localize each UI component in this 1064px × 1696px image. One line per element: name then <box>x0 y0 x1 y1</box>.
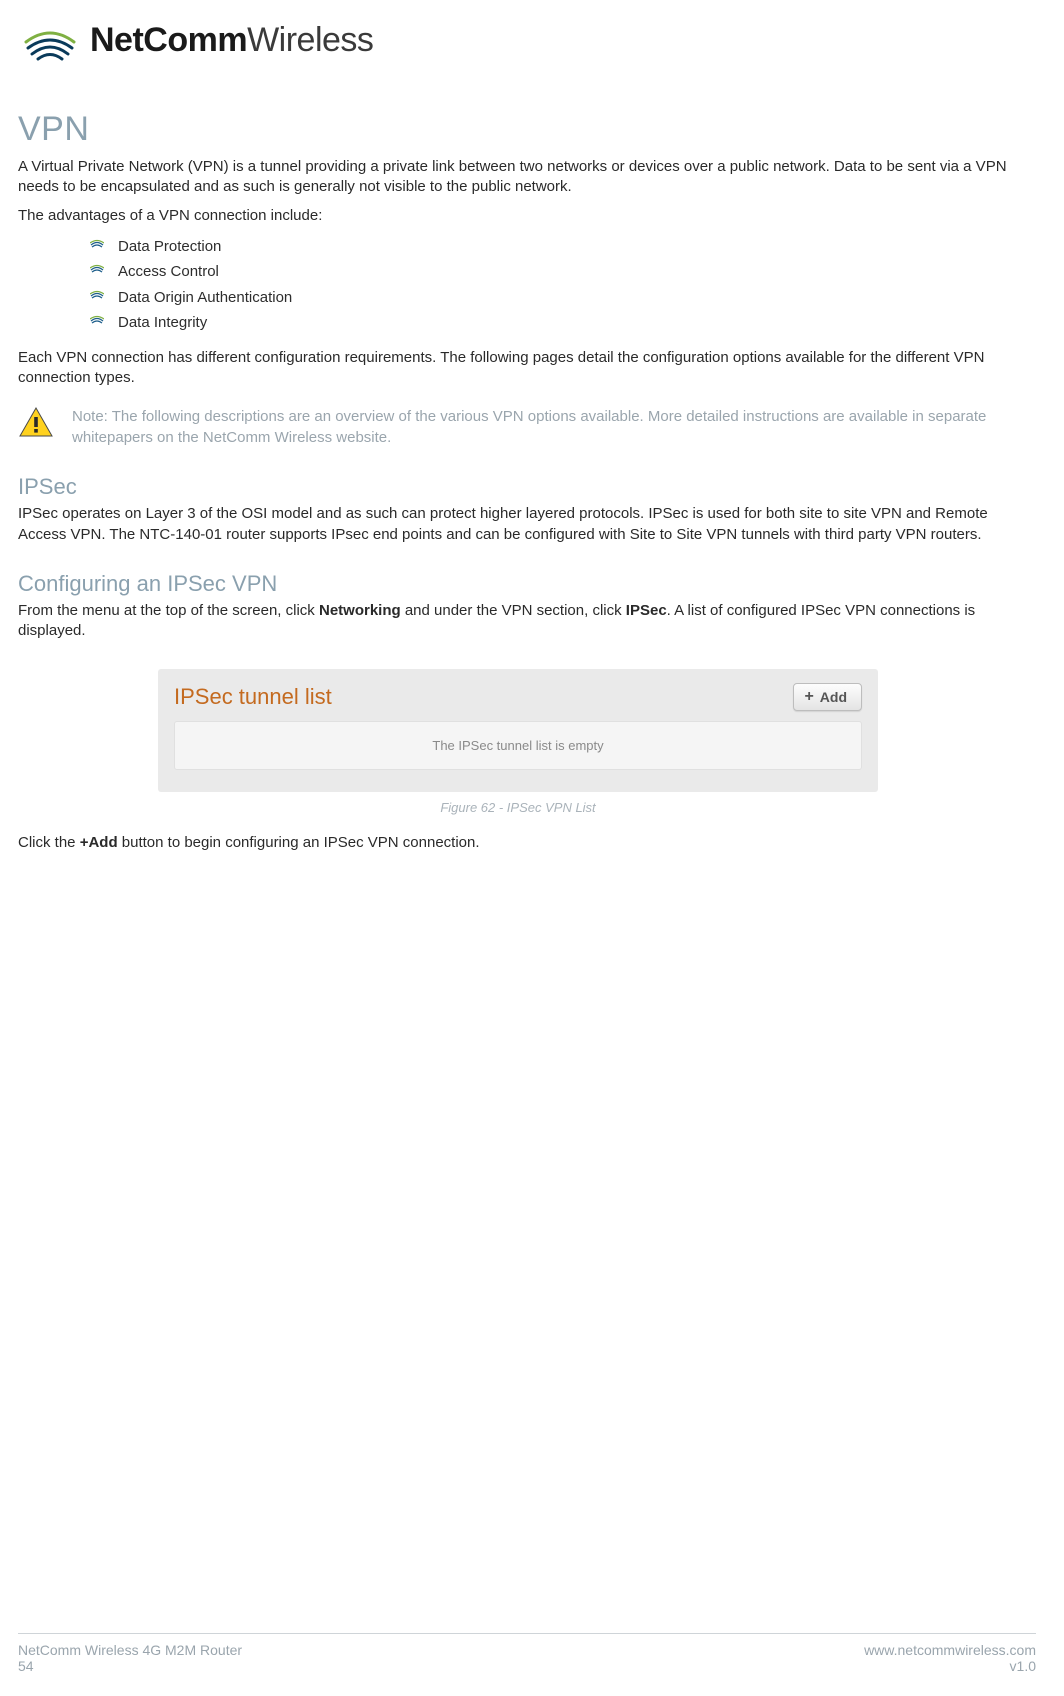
list-item: Access Control <box>90 259 1036 285</box>
brand-header: NetCommWireless <box>24 18 1036 62</box>
figure-caption: Figure 62 - IPSec VPN List <box>158 800 878 815</box>
text-fragment: From the menu at the top of the screen, … <box>18 602 319 619</box>
configuring-heading: Configuring an IPSec VPN <box>18 571 1036 597</box>
config-requirements-paragraph: Each VPN connection has different config… <box>18 348 1036 389</box>
intro-paragraph-1: A Virtual Private Network (VPN) is a tun… <box>18 157 1036 198</box>
intro-paragraph-2: The advantages of a VPN connection inclu… <box>18 206 1036 226</box>
configuring-lead: From the menu at the top of the screen, … <box>18 601 1036 642</box>
add-button-label: Add <box>820 689 847 705</box>
footer-page-number: 54 <box>18 1658 242 1674</box>
brand-name-light: Wireless <box>247 21 373 59</box>
footer-left: NetComm Wireless 4G M2M Router 54 <box>18 1642 242 1674</box>
list-item: Data Protection <box>90 234 1036 260</box>
page-footer: NetComm Wireless 4G M2M Router 54 www.ne… <box>18 1633 1036 1674</box>
footer-product: NetComm Wireless 4G M2M Router <box>18 1642 242 1658</box>
ipsec-list-figure: IPSec tunnel list + Add The IPSec tunnel… <box>158 669 878 815</box>
panel-header: IPSec tunnel list + Add <box>174 683 862 711</box>
panel-title: IPSec tunnel list <box>174 684 332 710</box>
footer-version: v1.0 <box>864 1658 1036 1674</box>
ipsec-body: IPSec operates on Layer 3 of the OSI mod… <box>18 504 1036 545</box>
note-text: Note: The following descriptions are an … <box>72 406 1036 448</box>
list-item-label: Access Control <box>118 263 219 280</box>
bullet-icon <box>90 289 104 301</box>
bullet-icon <box>90 238 104 250</box>
note-callout: Note: The following descriptions are an … <box>18 406 1036 448</box>
text-fragment: and under the VPN section, click <box>401 602 626 619</box>
list-item-label: Data Origin Authentication <box>118 289 292 306</box>
plus-icon: + <box>804 689 813 705</box>
list-item-label: Data Integrity <box>118 314 207 331</box>
click-add-paragraph: Click the +Add button to begin configuri… <box>18 833 1036 853</box>
text-fragment: button to begin configuring an IPSec VPN… <box>118 834 480 851</box>
text-fragment: Click the <box>18 834 80 851</box>
list-item: Data Integrity <box>90 310 1036 336</box>
bullet-icon <box>90 314 104 326</box>
page-title: VPN <box>18 110 1036 149</box>
empty-state: The IPSec tunnel list is empty <box>174 721 862 770</box>
list-item: Data Origin Authentication <box>90 285 1036 311</box>
add-button-reference: +Add <box>80 834 118 851</box>
list-item-label: Data Protection <box>118 238 221 255</box>
warning-icon <box>18 406 54 440</box>
brand-logo-icon <box>24 18 76 62</box>
brand-wordmark: NetCommWireless <box>90 21 373 60</box>
add-button[interactable]: + Add <box>793 683 862 711</box>
ipsec-heading: IPSec <box>18 474 1036 500</box>
advantages-list: Data Protection Access Control Data Orig… <box>90 234 1036 336</box>
footer-url: www.netcommwireless.com <box>864 1642 1036 1658</box>
menu-networking-label: Networking <box>319 602 401 619</box>
brand-name-bold: NetComm <box>90 21 247 59</box>
bullet-icon <box>90 263 104 275</box>
ipsec-tunnel-panel: IPSec tunnel list + Add The IPSec tunnel… <box>158 669 878 792</box>
footer-right: www.netcommwireless.com v1.0 <box>864 1642 1036 1674</box>
empty-state-text: The IPSec tunnel list is empty <box>432 738 603 753</box>
menu-ipsec-label: IPSec <box>626 602 667 619</box>
